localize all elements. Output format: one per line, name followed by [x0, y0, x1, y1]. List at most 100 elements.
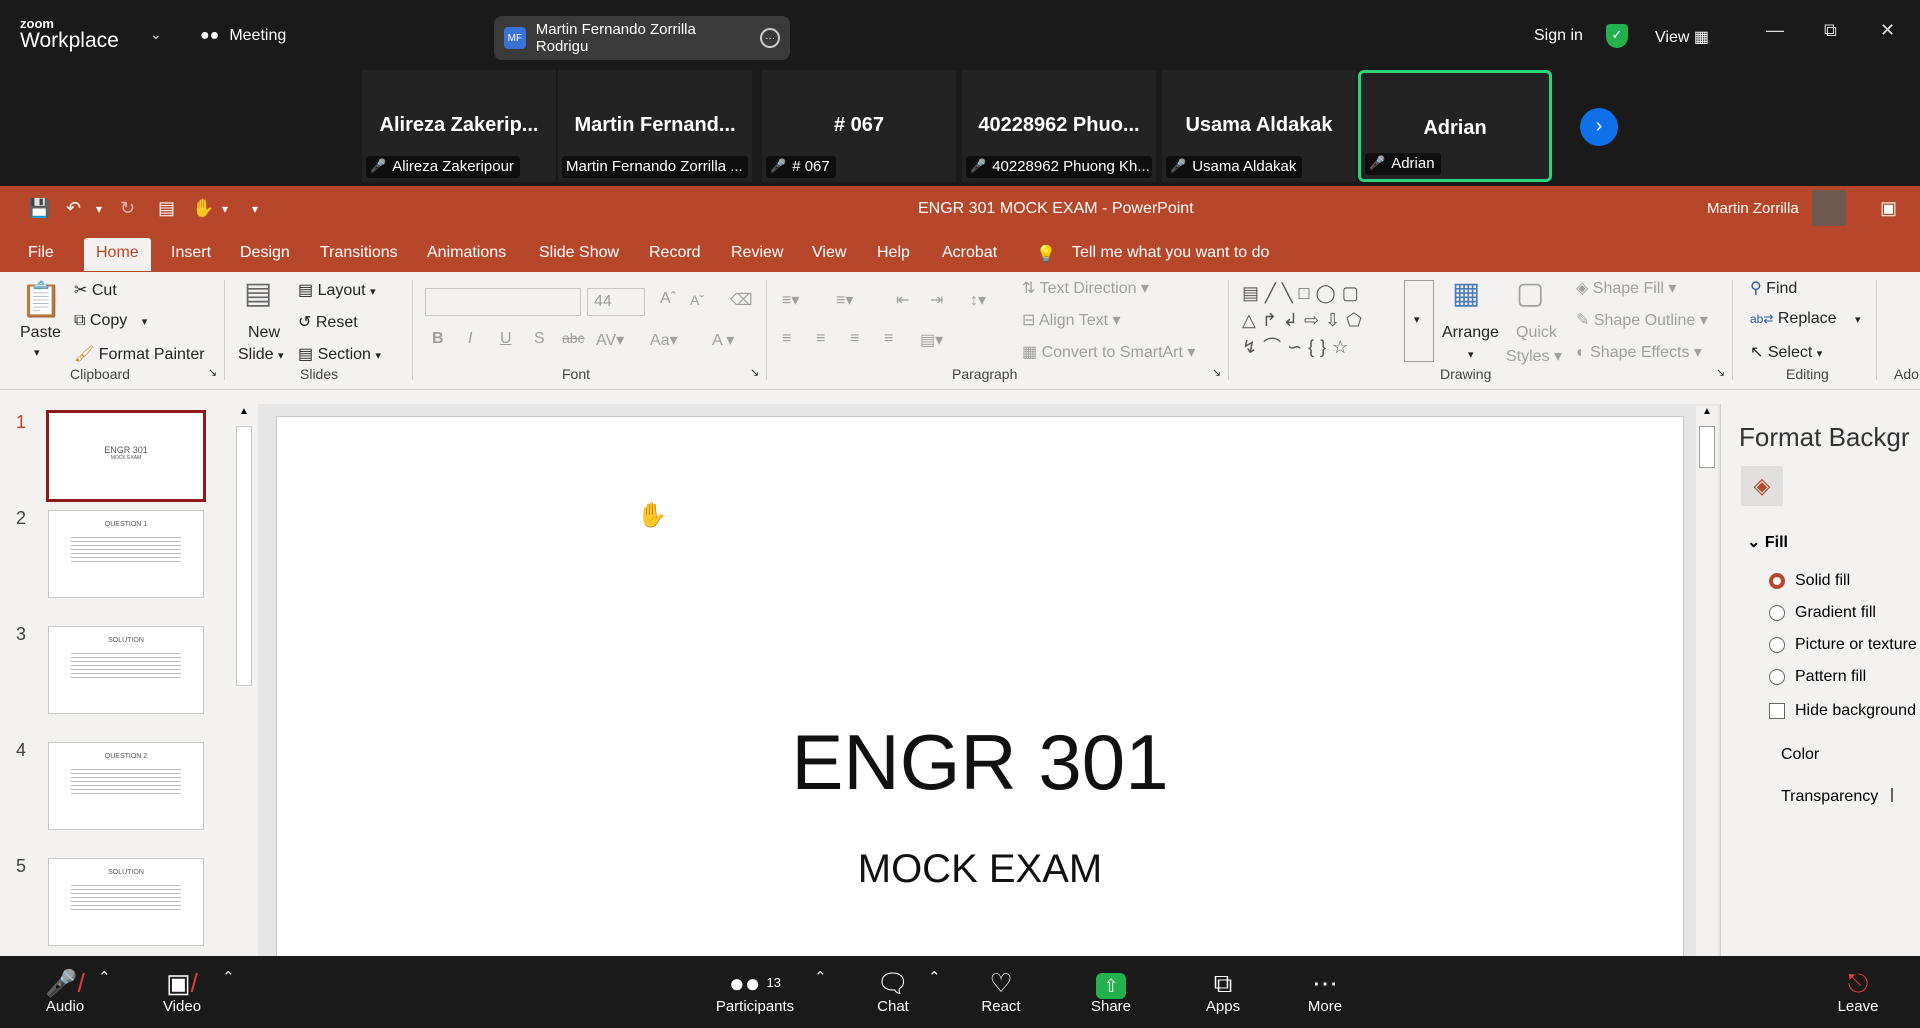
tab-record[interactable]: Record: [649, 244, 701, 262]
copy-dropdown-icon[interactable]: ▾: [142, 316, 148, 328]
paste-dropdown-icon[interactable]: ▾: [34, 346, 40, 359]
new-slide-button[interactable]: Slide ▾: [238, 346, 284, 364]
tab-transitions[interactable]: Transitions: [320, 244, 398, 262]
participant-tile[interactable]: # 067 🎤 # 067: [762, 70, 956, 182]
video-button[interactable]: ▣/ Video: [158, 968, 206, 1015]
layout-button[interactable]: ▤ Layout ▾: [298, 280, 376, 300]
align-right-icon[interactable]: ≡: [850, 330, 859, 348]
audio-options-caret-icon[interactable]: ⌃: [98, 968, 111, 986]
shape-outline-button[interactable]: ✎ Shape Outline ▾: [1576, 310, 1708, 330]
tab-view[interactable]: View: [812, 244, 846, 262]
apps-button[interactable]: ⧉ Apps: [1202, 968, 1244, 1015]
align-center-icon[interactable]: ≡: [816, 330, 825, 348]
checkbox[interactable]: [1769, 703, 1785, 719]
participant-tile[interactable]: 40228962 Phuo... 🎤 40228962 Phuong Kh...: [962, 70, 1156, 182]
tab-design[interactable]: Design: [240, 244, 290, 262]
dialog-launcher-icon[interactable]: ↘: [750, 366, 759, 379]
bold-icon[interactable]: B: [432, 330, 444, 348]
sign-in-link[interactable]: Sign in: [1534, 27, 1583, 45]
section-button[interactable]: ▤ Section ▾: [298, 344, 381, 364]
touch-mode-icon[interactable]: ✋: [192, 198, 214, 219]
shield-check-icon[interactable]: ✓: [1606, 24, 1628, 48]
participants-options-caret-icon[interactable]: ⌃: [814, 968, 827, 986]
redo-icon[interactable]: ↻: [120, 198, 135, 219]
chevron-down-icon[interactable]: ⌄: [150, 26, 162, 43]
decrease-font-icon[interactable]: Aˇ: [690, 292, 704, 308]
text-direction-button[interactable]: ⇅ Text Direction ▾: [1022, 278, 1149, 298]
quick-styles-label-1[interactable]: Quick: [1516, 324, 1557, 342]
increase-font-icon[interactable]: Aˆ: [660, 290, 676, 308]
format-painter-button[interactable]: 🖌 Format Painter: [74, 344, 205, 364]
strikethrough-icon[interactable]: abc: [562, 330, 585, 346]
slide-thumbnail-1[interactable]: ENGR 301 MOCK EXAM: [46, 410, 206, 502]
undo-icon[interactable]: ↶: [66, 198, 81, 219]
copy-button[interactable]: ⧉ Copy ▾: [74, 312, 147, 330]
font-color-icon[interactable]: A ▾: [712, 330, 734, 350]
share-button[interactable]: ⇧ Share: [1088, 968, 1134, 1015]
arrange-icon[interactable]: ▦: [1452, 276, 1480, 311]
cut-button[interactable]: ✂ Cut: [74, 280, 117, 300]
shape-fill-button[interactable]: ◈ Shape Fill ▾: [1576, 278, 1676, 298]
tab-animations[interactable]: Animations: [427, 244, 506, 262]
arrange-button[interactable]: Arrange: [1442, 324, 1499, 342]
line-spacing-icon[interactable]: ↕▾: [970, 290, 986, 310]
slide-canvas[interactable]: ✋ ENGR 301 MOCK EXAM: [276, 416, 1684, 956]
slide-thumbnail-2[interactable]: QUESTION 1: [48, 510, 204, 598]
tab-insert[interactable]: Insert: [171, 244, 211, 262]
radio[interactable]: [1769, 605, 1785, 621]
minimize-icon[interactable]: —: [1766, 20, 1784, 41]
more-button[interactable]: ⋯ More: [1304, 968, 1346, 1015]
present-icon[interactable]: ▤: [158, 198, 175, 219]
view-menu[interactable]: View ▦: [1655, 27, 1709, 47]
participant-tile-active-speaker[interactable]: Adrian 🎤 Adrian: [1358, 70, 1552, 182]
gradient-fill-option[interactable]: Gradient fill: [1769, 604, 1876, 622]
shapes-gallery-more[interactable]: ▾: [1404, 280, 1434, 362]
select-button[interactable]: ↖ Select ▾: [1750, 342, 1822, 362]
host-pill[interactable]: MF Martin Fernando Zorrilla Rodrigu ···: [494, 16, 790, 60]
chat-options-caret-icon[interactable]: ⌃: [928, 968, 941, 986]
font-size-input[interactable]: 44: [587, 288, 645, 316]
slide-subtitle[interactable]: MOCK EXAM: [277, 847, 1683, 892]
shadow-icon[interactable]: S: [534, 330, 545, 348]
underline-icon[interactable]: U: [500, 330, 512, 348]
quick-styles-button[interactable]: Styles ▾: [1506, 346, 1562, 366]
meeting-menu[interactable]: ●● Meeting: [200, 27, 286, 45]
columns-icon[interactable]: ▤▾: [920, 330, 943, 350]
react-button[interactable]: ♡ React: [980, 968, 1022, 1015]
tell-me-search[interactable]: Tell me what you want to do: [1072, 244, 1269, 262]
fill-section-toggle[interactable]: ⌄ Fill: [1747, 532, 1788, 552]
tab-slide-show[interactable]: Slide Show: [539, 244, 619, 262]
dialog-launcher-icon[interactable]: ↘: [208, 366, 217, 379]
paste-button[interactable]: Paste: [20, 324, 61, 342]
scrollbar-thumb[interactable]: [236, 426, 252, 686]
video-options-caret-icon[interactable]: ⌃: [222, 968, 235, 986]
close-icon[interactable]: ✕: [1880, 20, 1895, 41]
pattern-fill-option[interactable]: Pattern fill: [1769, 668, 1866, 686]
reset-button[interactable]: ↺ Reset: [298, 312, 358, 332]
save-icon[interactable]: 💾: [28, 198, 50, 219]
arrange-dropdown-icon[interactable]: ▾: [1468, 348, 1474, 361]
dialog-launcher-icon[interactable]: ↘: [1716, 366, 1725, 379]
radio[interactable]: [1769, 669, 1785, 685]
customize-qat-icon[interactable]: ▾: [252, 202, 258, 216]
slide-scrollbar[interactable]: ▲: [1696, 406, 1718, 956]
tab-acrobat[interactable]: Acrobat: [942, 244, 997, 262]
new-slide-icon[interactable]: ▤: [244, 276, 272, 311]
scrollbar-thumb[interactable]: [1699, 426, 1715, 468]
quick-styles-icon[interactable]: ▢: [1516, 276, 1544, 311]
participant-tile[interactable]: Usama Aldakak 🎤 Usama Aldakak: [1162, 70, 1356, 182]
new-slide-label-1[interactable]: New: [248, 324, 280, 342]
more-options-icon[interactable]: ···: [760, 28, 780, 48]
font-name-input[interactable]: [425, 288, 581, 316]
shape-effects-button[interactable]: ◐ Shape Effects ▾: [1576, 342, 1702, 362]
tab-review[interactable]: Review: [731, 244, 783, 262]
leave-button[interactable]: ⎋ Leave: [1836, 968, 1880, 1015]
participant-tile[interactable]: Alireza Zakerip... 🎤 Alireza Zakeripour: [362, 70, 556, 182]
ribbon-display-icon[interactable]: ▣: [1880, 198, 1897, 219]
scroll-up-icon[interactable]: ▲: [1702, 406, 1712, 417]
bullets-icon[interactable]: ≡▾: [782, 290, 799, 310]
change-case-icon[interactable]: Aa▾: [650, 330, 678, 350]
clear-formatting-icon[interactable]: ⌫: [730, 290, 753, 310]
character-spacing-icon[interactable]: AV▾: [596, 330, 624, 350]
increase-indent-icon[interactable]: ⇥: [930, 290, 943, 310]
